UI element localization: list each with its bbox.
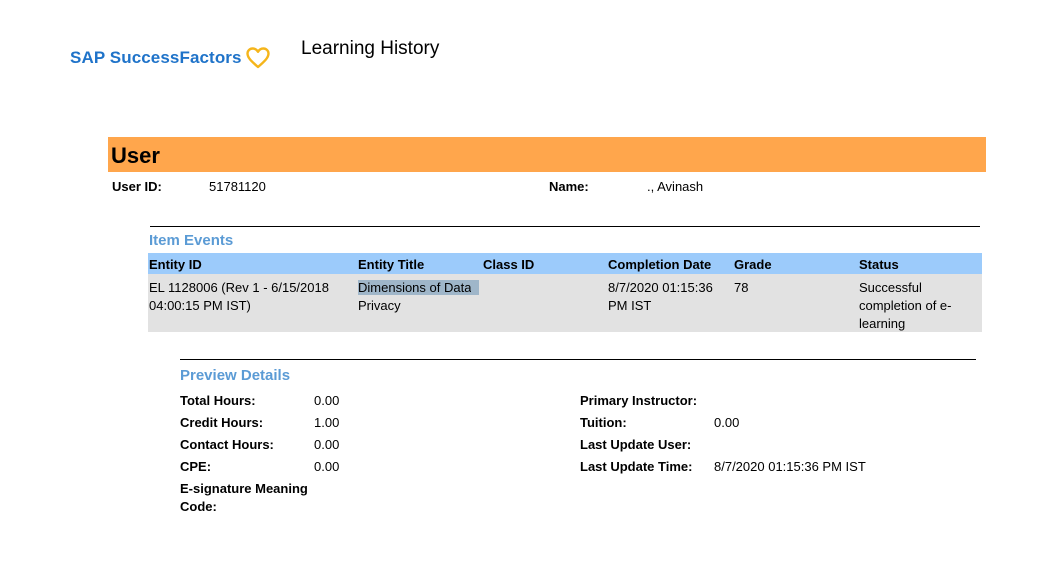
- last-update-time-value: 8/7/2020 01:15:36 PM IST: [714, 459, 866, 474]
- column-entity-title: Entity Title: [358, 257, 425, 272]
- page-title: Learning History: [301, 38, 440, 59]
- esignature-label-line2: Code:: [180, 499, 217, 514]
- item-events-table-header: Entity ID Entity Title Class ID Completi…: [148, 253, 982, 274]
- tuition-label: Tuition:: [580, 415, 627, 430]
- total-hours-label: Total Hours:: [180, 393, 256, 408]
- cell-entity-title[interactable]: Dimensions of Data Privacy: [358, 279, 479, 315]
- table-row: EL 1128006 (Rev 1 - 6/15/2018 04:00:15 P…: [148, 274, 982, 332]
- esignature-label-line1: E-signature Meaning: [180, 481, 308, 496]
- user-section-band: User: [108, 137, 986, 172]
- user-id-label: User ID:: [112, 179, 162, 194]
- column-class-id: Class ID: [483, 257, 535, 272]
- preview-details-title: Preview Details: [180, 367, 291, 384]
- item-events-title: Item Events: [149, 232, 234, 249]
- credit-hours-value: 1.00: [314, 415, 340, 430]
- column-entity-id: Entity ID: [149, 257, 202, 272]
- contact-hours-value: 0.00: [314, 437, 340, 452]
- column-grade: Grade: [734, 257, 772, 272]
- logo-text: SAP SuccessFactors: [70, 48, 242, 67]
- entity-title-highlight: Dimensions of Data: [358, 280, 472, 295]
- user-id-value: 51781120: [209, 179, 266, 194]
- tuition-value: 0.00: [714, 415, 740, 430]
- last-update-time-label: Last Update Time:: [580, 459, 693, 474]
- user-section-label: User: [111, 143, 160, 168]
- cell-entity-id: EL 1128006 (Rev 1 - 6/15/2018 04:00:15 P…: [149, 280, 329, 313]
- sap-successfactors-logo: SAP SuccessFactors: [70, 47, 270, 69]
- total-hours-value: 0.00: [314, 393, 340, 408]
- preview-details-divider: [180, 359, 976, 360]
- name-label: Name:: [549, 179, 589, 194]
- column-status: Status: [859, 257, 899, 272]
- column-completion-date: Completion Date: [608, 257, 712, 272]
- name-value: ., Avinash: [647, 179, 704, 194]
- cpe-value: 0.00: [314, 459, 340, 474]
- contact-hours-label: Contact Hours:: [180, 437, 274, 452]
- cell-completion-date: 8/7/2020 01:15:36 PM IST: [608, 280, 713, 313]
- item-events-divider: [150, 226, 980, 227]
- cell-status: Successful completion of e- learning: [859, 280, 952, 331]
- last-update-user-label: Last Update User:: [580, 437, 692, 452]
- heart-icon: [245, 47, 270, 69]
- cell-grade: 78: [734, 280, 749, 295]
- credit-hours-label: Credit Hours:: [180, 415, 264, 430]
- cpe-label: CPE:: [180, 459, 212, 474]
- primary-instructor-label: Primary Instructor:: [580, 393, 698, 408]
